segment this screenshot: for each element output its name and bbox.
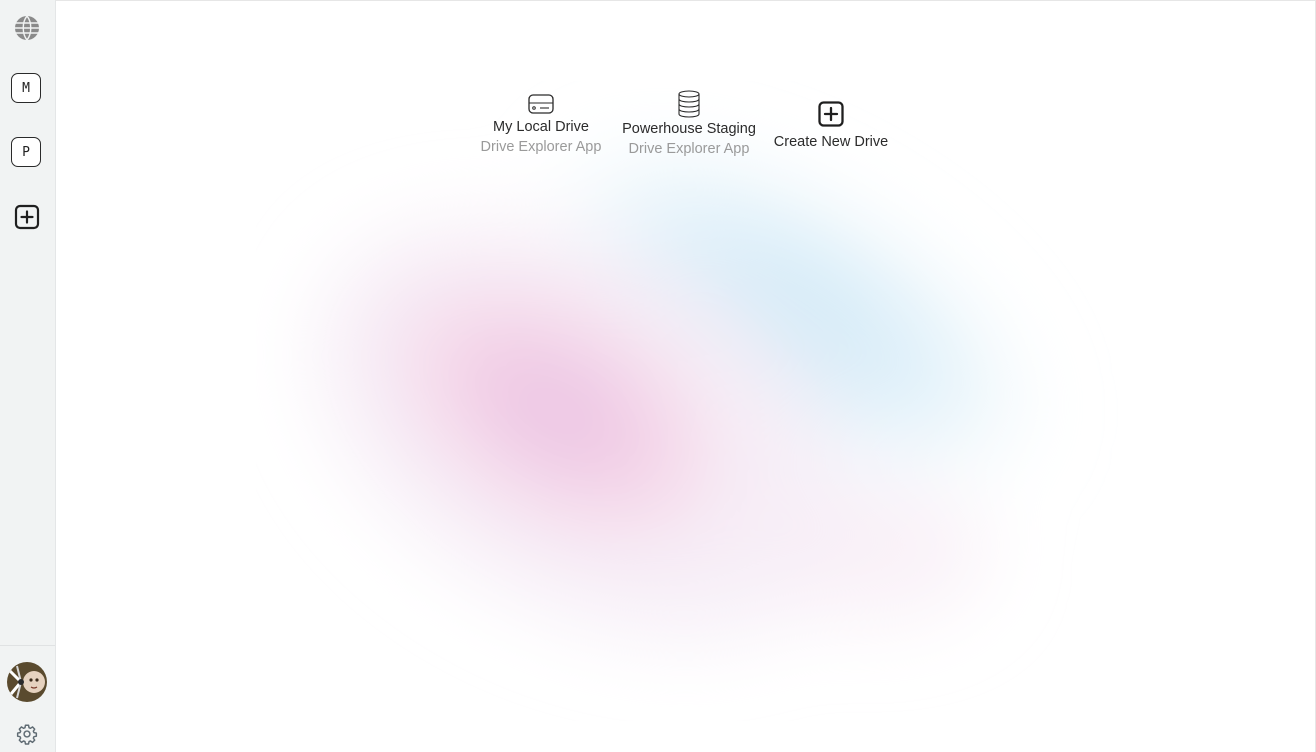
create-new-drive-button[interactable]: Create New Drive xyxy=(770,99,892,152)
sidebar-divider xyxy=(0,645,55,646)
sidebar-drive-p[interactable]: P xyxy=(11,137,41,167)
gear-icon[interactable] xyxy=(16,723,38,745)
plus-square-icon xyxy=(818,101,844,127)
drive-app: Drive Explorer App xyxy=(480,139,602,155)
drive-card-powerhouse-staging[interactable]: Powerhouse Staging Drive Explorer App xyxy=(619,89,759,159)
database-icon xyxy=(678,90,700,118)
sidebar-drive-p-initial: P xyxy=(22,144,30,160)
main-area: My Local Drive Drive Explorer App Powerh… xyxy=(56,0,1316,752)
avatar-image xyxy=(7,662,47,702)
user-avatar[interactable] xyxy=(7,662,47,702)
hard-drive-icon xyxy=(528,94,554,114)
drive-name: Powerhouse Staging xyxy=(622,121,756,137)
background-gradient-blob xyxy=(316,140,1038,641)
sidebar: M P xyxy=(0,0,56,752)
sidebar-drive-m[interactable]: M xyxy=(11,73,41,103)
create-new-drive-label: Create New Drive xyxy=(773,134,889,150)
drive-app: Drive Explorer App xyxy=(628,141,750,157)
add-drive-icon[interactable] xyxy=(14,204,40,230)
app-window: M P My Local Drive Drive Explorer App Po… xyxy=(0,0,1316,752)
globe-icon[interactable] xyxy=(13,14,41,42)
drive-card-my-local-drive[interactable]: My Local Drive Drive Explorer App xyxy=(476,91,606,157)
sidebar-drive-m-initial: M xyxy=(22,80,30,96)
drive-name: My Local Drive xyxy=(493,119,589,135)
